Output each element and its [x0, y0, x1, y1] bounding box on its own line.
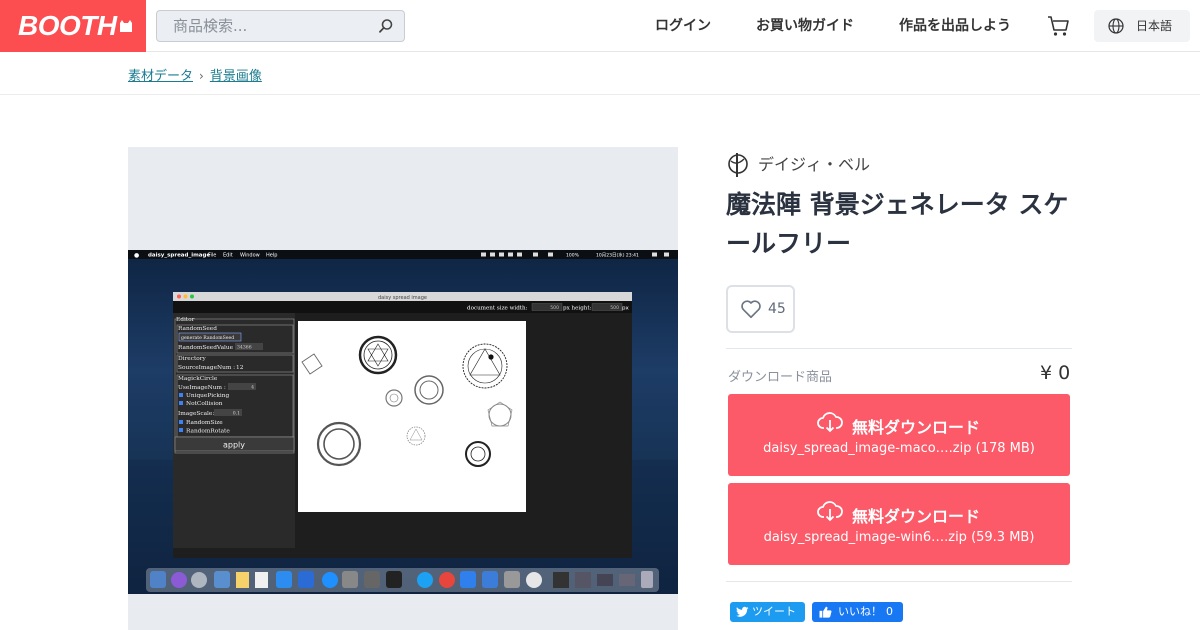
seed-value: 34366: [237, 345, 252, 351]
facebook-like-button[interactable]: いいね！ 0: [812, 602, 903, 622]
download-button-win[interactable]: 無料ダウンロード daisy_spread_image-win6….zip (5…: [728, 483, 1070, 565]
download-file-mac: daisy_spread_image-maco….zip (178 MB): [763, 441, 1035, 456]
breadcrumb: 素材データ › 背景画像: [0, 52, 1200, 95]
breadcrumb-background-images[interactable]: 背景画像: [210, 69, 262, 84]
booth-logo[interactable]: BOOTH: [0, 0, 146, 52]
facebook-like-count: 0: [886, 605, 893, 618]
globe-icon: [1108, 18, 1124, 34]
product-title: 魔法陣 背景ジェネレータ スケールフリー: [726, 190, 1069, 258]
editor-title: Editor: [176, 317, 195, 323]
like-count: 45: [768, 301, 786, 317]
menubar-window: Window: [240, 253, 260, 259]
login-link[interactable]: ログイン: [655, 0, 711, 52]
not-collision-checkbox: NotCollision: [186, 401, 223, 407]
shopping-guide-link[interactable]: お買い物ガイド: [756, 0, 854, 52]
cloud-download-icon: [817, 501, 843, 522]
tweet-button[interactable]: ツイート: [730, 602, 805, 622]
divider: [726, 581, 1072, 582]
download-button-mac[interactable]: 無料ダウンロード daisy_spread_image-maco….zip (1…: [728, 394, 1070, 476]
doc-width-value: 500: [550, 305, 559, 311]
language-label: 日本語: [1136, 19, 1173, 33]
search-icon[interactable]: [378, 18, 394, 34]
search-input[interactable]: [157, 11, 367, 41]
dock-icons: [150, 571, 653, 588]
breadcrumb-material-data[interactable]: 素材データ: [128, 69, 193, 84]
seed-value-label: RandomSeedValue: [178, 345, 234, 351]
apple-icon: ●: [134, 252, 139, 259]
thumbs-up-icon: [819, 606, 832, 618]
price: ¥ 0: [1040, 362, 1071, 384]
site-header: BOOTH ログイン お買い物ガイド 作品を出品しよう 日本語: [0, 0, 1200, 52]
random-size-checkbox: RandomSize: [186, 420, 223, 426]
menubar-clock: 10月23日(水) 23:41: [596, 252, 639, 259]
window-title: daisy spread image: [378, 295, 427, 301]
language-selector[interactable]: 日本語: [1094, 10, 1190, 42]
randomseed-legend: RandomSeed: [178, 326, 217, 332]
cloud-download-icon: [817, 412, 843, 433]
directory-legend: Directory: [178, 356, 207, 362]
menubar-file: File: [208, 253, 216, 259]
menubar-help: Help: [266, 253, 277, 259]
generate-seed-button: generate RandomSeed: [181, 335, 234, 341]
cart-icon[interactable]: [1047, 14, 1071, 38]
menubar-edit: Edit: [223, 253, 233, 259]
menubar-app-name: daisy_spread_image: [148, 253, 210, 259]
doc-height-label: px height:: [563, 306, 592, 312]
breadcrumb-separator: ›: [199, 69, 204, 83]
source-num-value: 12: [236, 365, 244, 371]
logo-text: BOOTH: [18, 10, 117, 41]
doc-width-label: document size width:: [467, 306, 528, 312]
heart-icon: [741, 300, 761, 319]
image-scale-label: ImageScale:: [178, 411, 214, 417]
unique-picking-checkbox: UniquePicking: [186, 393, 229, 399]
random-rotate-checkbox: RandomRotate: [186, 429, 230, 435]
facebook-like-label: いいね！: [838, 605, 882, 618]
image-scale-value: 0.1: [233, 411, 240, 417]
source-num-label: SourceImageNum :: [178, 365, 235, 371]
magickcircle-legend: MagickCircle: [178, 376, 218, 382]
download-product-label: ダウンロード商品: [728, 370, 833, 385]
download-label-win: 無料ダウンロード: [851, 507, 980, 526]
sell-link[interactable]: 作品を出品しよう: [899, 0, 1011, 52]
apply-button: apply: [223, 441, 245, 450]
shop-link[interactable]: デイジィ・ベル: [726, 152, 870, 178]
canvas: [298, 321, 526, 512]
shop-name: デイジィ・ベル: [758, 155, 871, 174]
use-image-value: 4: [251, 385, 254, 391]
twitter-icon: [736, 606, 749, 617]
tweet-label: ツイート: [752, 605, 796, 618]
cat-icon: [119, 20, 132, 32]
doc-unit: px: [622, 306, 630, 312]
download-file-win: daisy_spread_image-win6….zip (59.3 MB): [763, 530, 1035, 545]
download-label-mac: 無料ダウンロード: [851, 418, 980, 437]
shop-logo-icon: [728, 153, 748, 177]
app-screenshot: ● daisy_spread_image File Edit Window He…: [128, 250, 678, 594]
doc-height-value: 500: [610, 305, 619, 311]
product-image[interactable]: ● daisy_spread_image File Edit Window He…: [128, 250, 678, 594]
divider: [726, 348, 1072, 349]
like-button[interactable]: 45: [726, 285, 795, 333]
use-image-label: UseImageNum :: [178, 385, 226, 391]
search-box: [156, 10, 405, 42]
menubar-battery: 100%: [566, 253, 580, 259]
